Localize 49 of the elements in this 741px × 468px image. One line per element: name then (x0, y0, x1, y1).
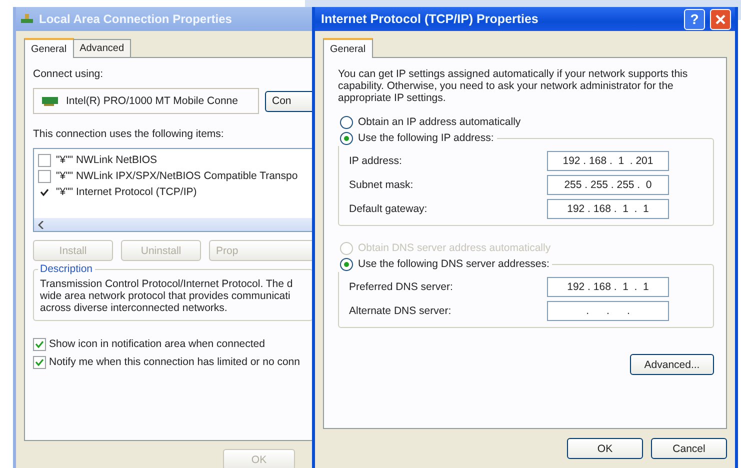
dialog-button[interactable]: Cancel (651, 438, 727, 459)
checkbox-label: Notify me when this connection has limited or no conn (49, 356, 300, 368)
checkbox[interactable] (38, 154, 51, 166)
field-label: IP address: (349, 155, 402, 167)
dialog-button[interactable]: OK (567, 438, 643, 459)
adapter-field: Intel(R) PRO/1000 MT Mobile Conne (33, 88, 259, 114)
radio-label: Use the following DNS server addresses: (358, 258, 550, 270)
tab[interactable]: General (323, 38, 373, 58)
help-button[interactable]: ? (684, 8, 705, 30)
configure-button[interactable]: Con (265, 90, 313, 112)
network-card-icon (42, 96, 58, 106)
checkbox[interactable] (38, 170, 51, 182)
checkbox[interactable] (33, 356, 46, 368)
connect-using-label: Connect using: (33, 68, 104, 80)
window-title: Internet Protocol (TCP/IP) Properties (320, 12, 540, 26)
items-label: This connection uses the following items: (33, 128, 225, 140)
group-heading: Description (38, 263, 95, 275)
radio-label: Use the following IP address: (358, 132, 494, 144)
ip-address-field[interactable]: 255 . 255 . 255 . 0 (547, 175, 669, 195)
description-line: across diverse interconnected networks. (40, 302, 228, 314)
list-item[interactable]: "¥"" NWLink IPX/SPX/NetBIOS Compatible Transpo (56, 170, 298, 182)
intro-text: You can get IP settings assigned automatically if your network supports this capability. Otherwise, you need to ask your network administrator for the appropriate IP settings. (338, 68, 689, 104)
ip-address-field[interactable]: 192 . 168 . 1 . 1 (547, 277, 669, 297)
radio-button[interactable] (340, 132, 353, 144)
ip-address-field[interactable]: 192 . 168 . 1 . 1 (547, 199, 669, 219)
list-item[interactable]: "¥"" Internet Protocol (TCP/IP) (56, 186, 197, 198)
description-line: wide area network protocol that provides communicati (40, 290, 292, 302)
tab[interactable]: Advanced (72, 39, 132, 57)
ip-address-field[interactable]: . . . (547, 301, 669, 321)
checkbox[interactable] (33, 338, 46, 350)
description-line: Transmission Control Protocol/Internet Protocol. The d (40, 278, 294, 290)
radio-label: Obtain an IP address automatically (358, 116, 521, 128)
radio-button[interactable] (340, 258, 353, 270)
radio-button[interactable] (340, 116, 353, 128)
window-title: Local Area Connection Properties (39, 12, 232, 26)
tab[interactable]: General (24, 38, 74, 58)
close-button[interactable] (710, 8, 731, 30)
ip-address-field[interactable]: 192 . 168 . 1 . 201 (547, 151, 669, 171)
field-label: Preferred DNS server: (349, 281, 453, 293)
field-label: Alternate DNS server: (349, 305, 452, 317)
close-icon[interactable] (715, 14, 726, 24)
field-label: Subnet mask: (349, 179, 414, 191)
scroll-bar[interactable] (34, 218, 313, 231)
network-icon (20, 13, 34, 25)
radio-label: Obtain DNS server address automatically (358, 242, 551, 254)
list-item[interactable]: "¥"" NWLink NetBIOS (56, 154, 158, 166)
field-label: Default gateway: (349, 203, 428, 215)
checkbox-label: Show icon in notification area when connected (49, 338, 265, 350)
advanced-button[interactable]: Advanced... (630, 354, 714, 375)
